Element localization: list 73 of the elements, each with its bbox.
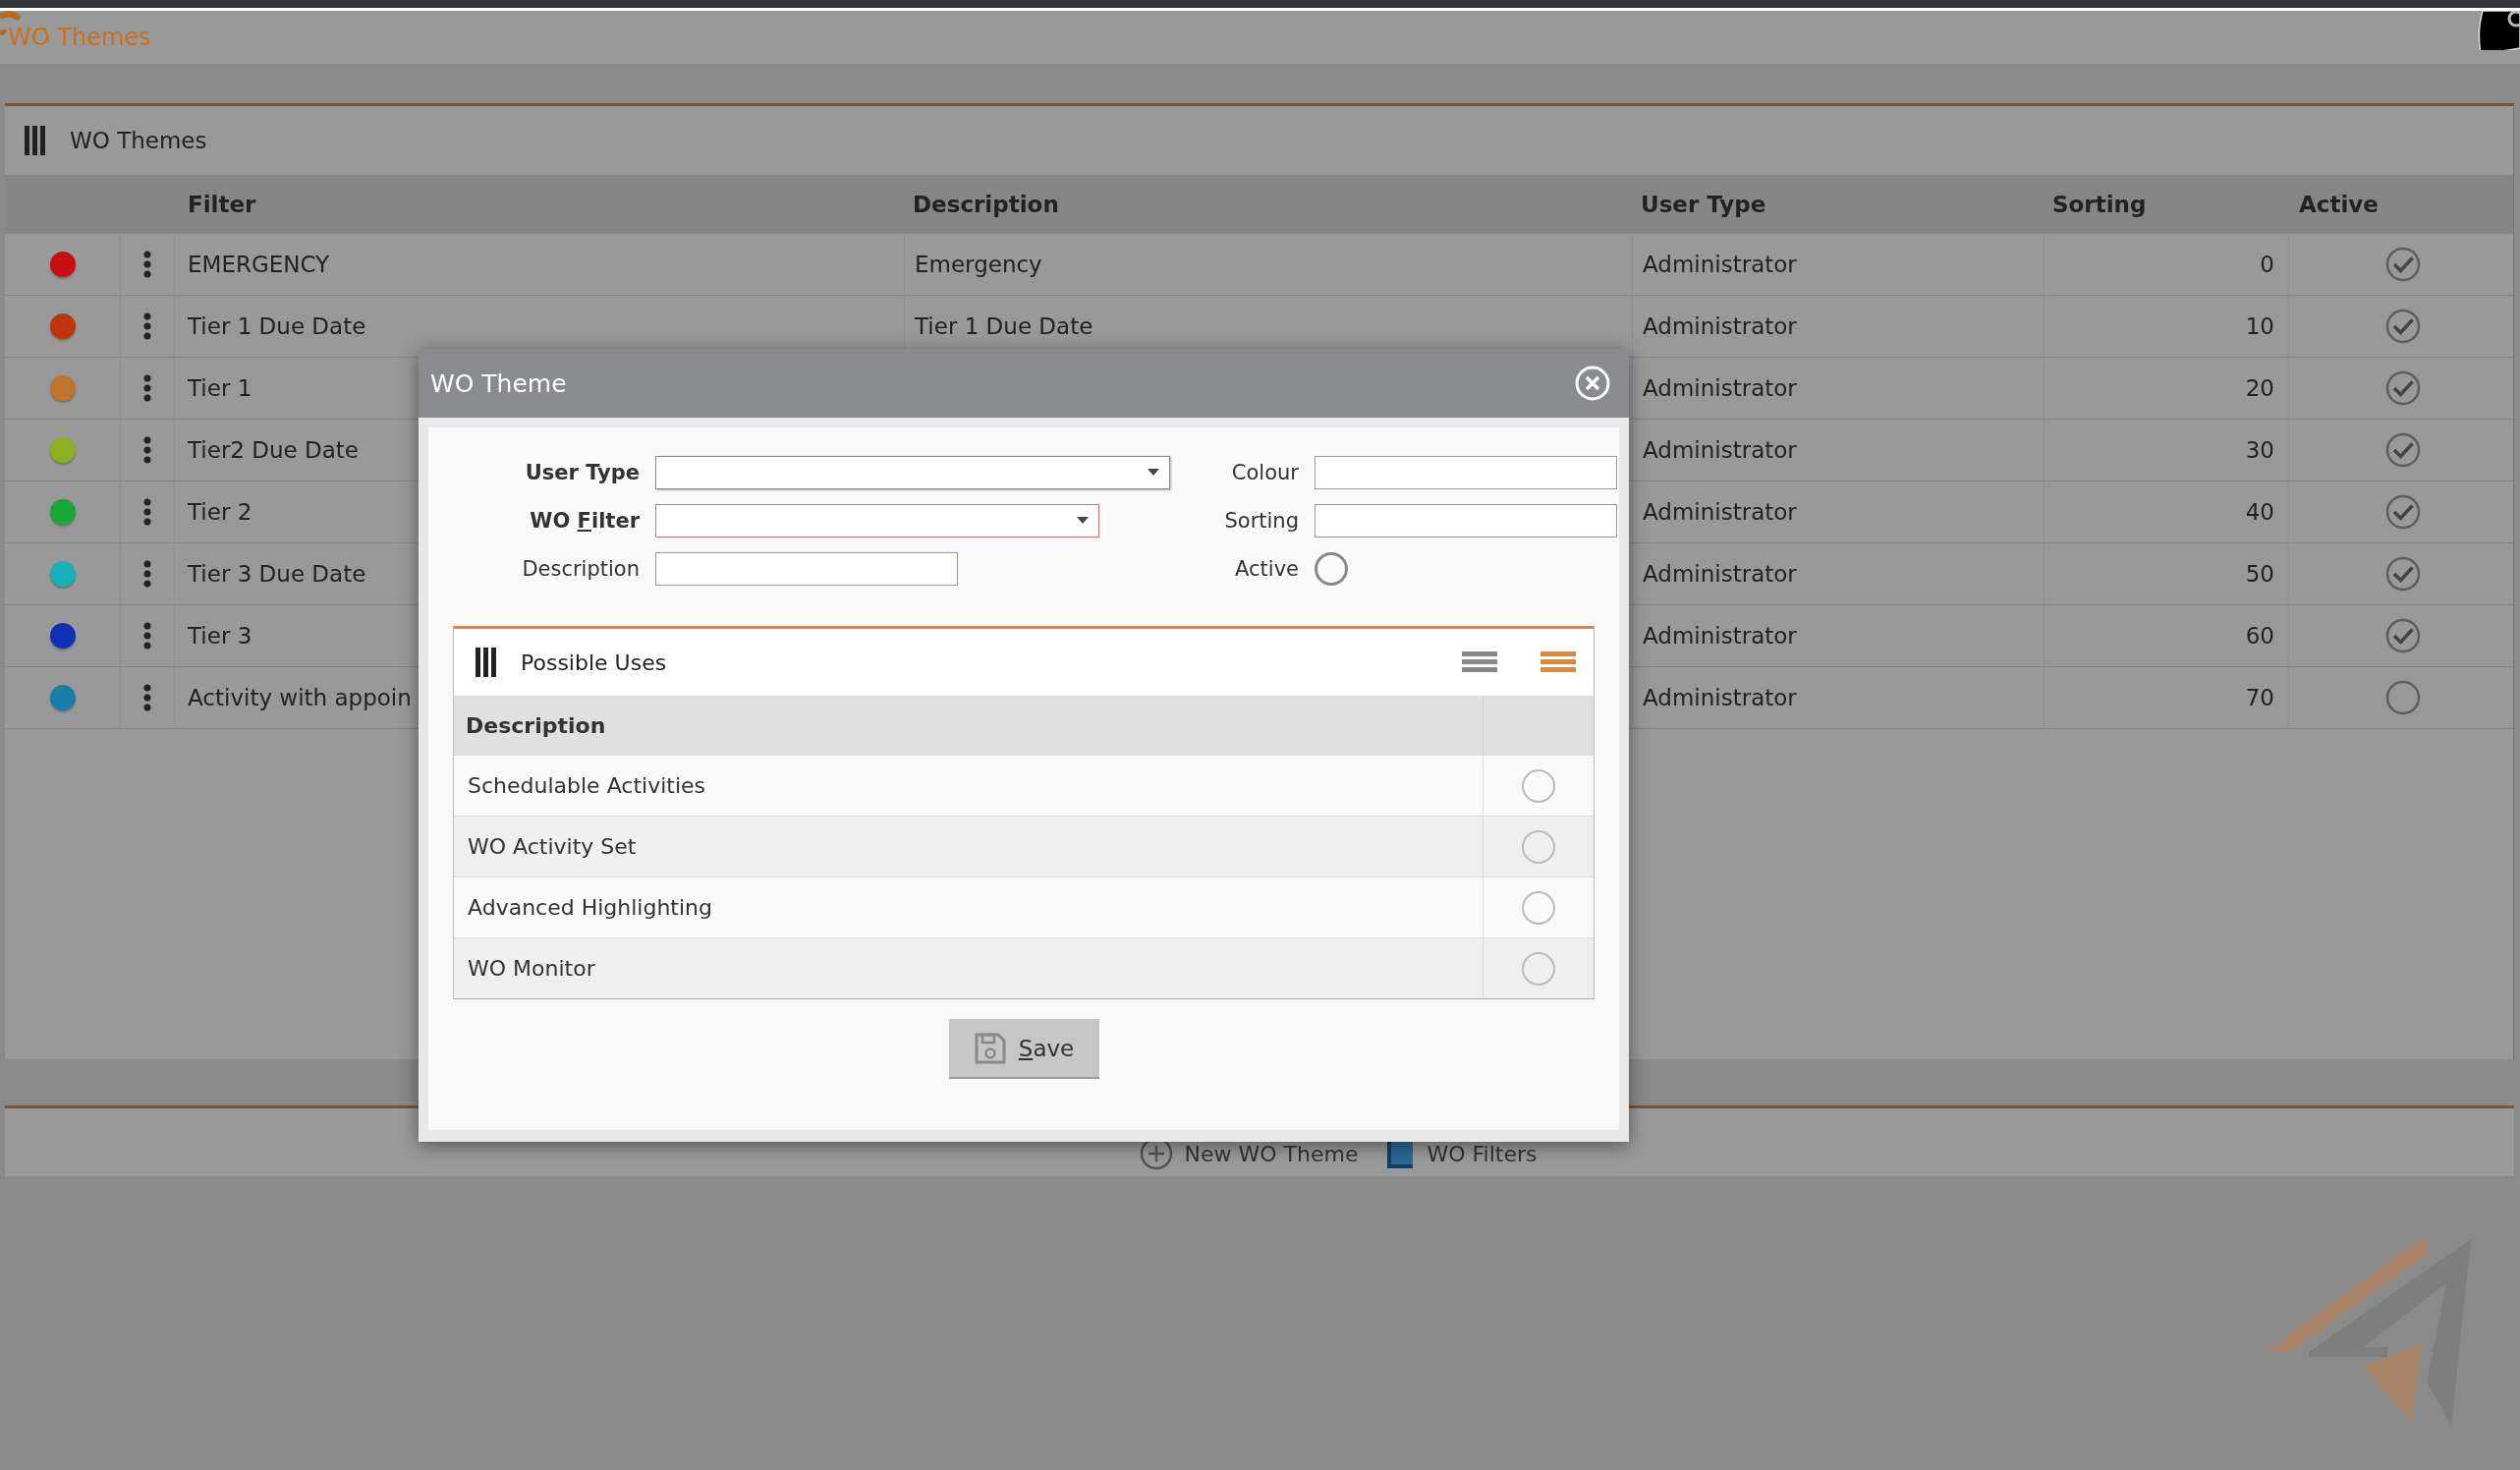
column-header: Active <box>2298 192 2380 217</box>
dropdown-field[interactable] <box>655 504 1099 537</box>
table-cell: Tier 3 <box>188 623 252 649</box>
table-cell: 40 <box>2245 499 2274 525</box>
table-cell: 20 <box>2245 375 2274 401</box>
table-cell: Administrator <box>1643 561 1797 587</box>
dropdown-field[interactable] <box>655 456 1170 489</box>
more-vertical-icon[interactable] <box>143 374 151 402</box>
close-button[interactable] <box>1574 365 1611 402</box>
more-vertical-icon[interactable] <box>143 622 151 650</box>
input-field[interactable] <box>1315 456 1617 489</box>
table-cell: Tier 2 <box>188 499 252 525</box>
table-cell: 70 <box>2245 685 2274 710</box>
input-field[interactable] <box>655 552 958 586</box>
table-cell: 30 <box>2245 437 2274 463</box>
column-header: Description <box>465 712 607 738</box>
table-cell-text: Schedulable Activities <box>467 773 706 798</box>
caret-icon <box>1148 469 1159 477</box>
table-cell: Tier 1 Due Date <box>915 313 1093 339</box>
columns-icon[interactable] <box>476 648 497 677</box>
field-label: User Type <box>524 461 640 484</box>
table-cell: Administrator <box>1643 313 1797 339</box>
radio-button[interactable] <box>1522 768 1555 803</box>
table-cell: Tier 1 <box>188 375 252 401</box>
table-cell: 10 <box>2245 313 2274 339</box>
table-cell: Tier 1 Due Date <box>188 313 366 339</box>
field-label: Colour <box>1230 461 1299 484</box>
table-cell: Emergency <box>915 252 1042 277</box>
column-header: Description <box>912 192 1060 217</box>
more-vertical-icon[interactable] <box>143 560 151 588</box>
panel-title: WO Themes <box>70 128 207 153</box>
input-field[interactable] <box>1315 504 1617 537</box>
table-cell-text: WO Activity Set <box>467 834 638 859</box>
table-cell: Tier2 Due Date <box>188 437 359 463</box>
field-label: WO Filter <box>529 509 640 533</box>
table-cell: Administrator <box>1643 623 1797 649</box>
table-cell: Tier 3 Due Date <box>188 561 366 587</box>
footer-button[interactable]: New WO Theme <box>1139 1137 1359 1170</box>
more-vertical-icon[interactable] <box>143 251 151 278</box>
column-header: Sorting <box>2051 192 2148 217</box>
field-label: Description <box>521 557 640 581</box>
panel-title: Possible Uses <box>521 650 668 675</box>
table-cell: 0 <box>2260 252 2274 277</box>
app-title: WO Themes <box>8 24 151 51</box>
more-vertical-icon[interactable] <box>143 436 151 464</box>
dialog-title: WO Theme <box>430 368 567 398</box>
table-row[interactable]: EMERGENCY Emergency Administrator 0 <box>5 234 2513 296</box>
field-label: Sorting <box>1223 509 1299 533</box>
more-vertical-icon[interactable] <box>143 684 151 711</box>
more-vertical-icon[interactable] <box>143 312 151 340</box>
radio-button[interactable] <box>1522 829 1555 864</box>
table-cell: 50 <box>2245 561 2274 587</box>
table-cell: Administrator <box>1643 685 1797 710</box>
column-header: Filter <box>187 192 257 217</box>
table-cell: Activity with appoin <box>188 685 412 710</box>
save-button[interactable]: Save <box>948 1019 1099 1079</box>
radio-button[interactable] <box>1522 890 1555 925</box>
table-cell: EMERGENCY <box>188 252 330 277</box>
caret-icon <box>1077 517 1089 525</box>
table-cell: Administrator <box>1643 375 1797 401</box>
columns-icon[interactable] <box>25 126 46 155</box>
table-cell-text: Advanced Highlighting <box>467 895 713 920</box>
table-cell: Administrator <box>1643 252 1797 277</box>
more-vertical-icon[interactable] <box>143 498 151 526</box>
field-label: Active <box>1234 557 1299 581</box>
blob-logo-icon <box>2477 11 2520 50</box>
column-header: User Type <box>1640 192 1767 217</box>
table-cell: Administrator <box>1643 437 1797 463</box>
table-cell: Administrator <box>1643 499 1797 525</box>
radio-button[interactable] <box>1522 951 1555 986</box>
active-radio[interactable] <box>1315 552 1348 586</box>
table-cell-text: WO Monitor <box>467 956 596 981</box>
table-cell: 60 <box>2245 623 2274 649</box>
